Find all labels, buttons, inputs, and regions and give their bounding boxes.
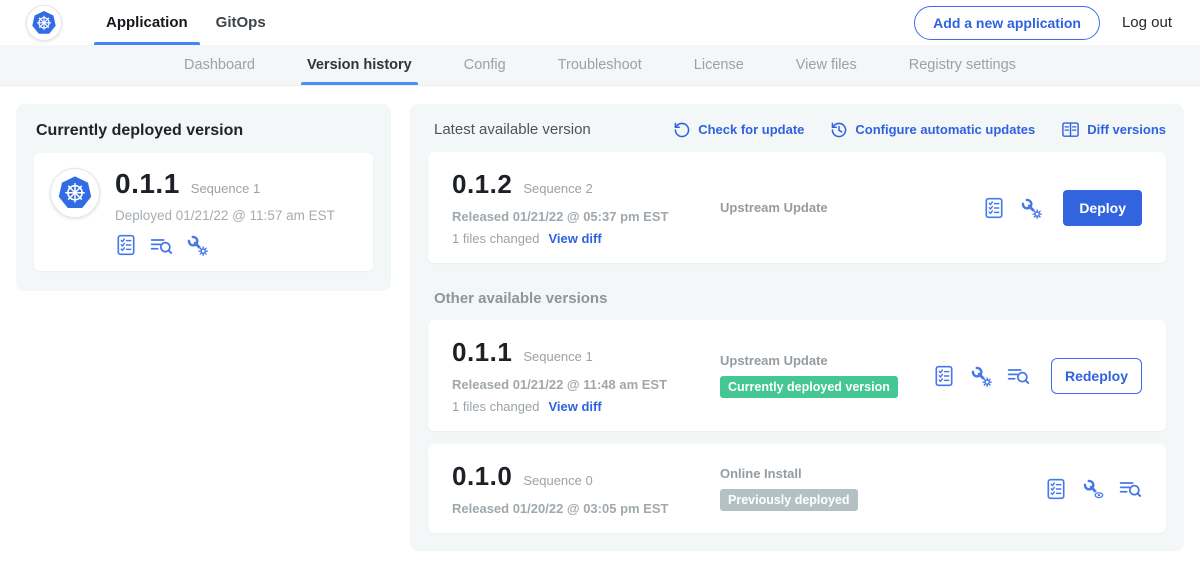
- redeploy-button[interactable]: Redeploy: [1051, 358, 1142, 394]
- subnav-troubleshoot[interactable]: Troubleshoot: [558, 45, 642, 85]
- tab-gitops-label: GitOps: [216, 14, 266, 31]
- add-application-button[interactable]: Add a new application: [914, 6, 1100, 40]
- released-timestamp: Released 01/20/22 @ 03:05 pm EST: [452, 501, 720, 516]
- preflight-checks-icon[interactable]: [1045, 478, 1067, 500]
- tab-application[interactable]: Application: [92, 0, 202, 45]
- refresh-icon: [673, 121, 691, 139]
- version-card-0-1-1: 0.1.1 Sequence 1 Released 01/21/22 @ 11:…: [428, 320, 1166, 431]
- configure-automatic-updates-label: Configure automatic updates: [855, 122, 1035, 137]
- version-actions: Deploy: [983, 190, 1142, 226]
- check-for-update-link[interactable]: Check for update: [673, 121, 804, 139]
- version-sequence: Sequence 1: [523, 349, 592, 364]
- version-number: 0.1.1: [452, 337, 512, 368]
- clock-refresh-icon: [830, 121, 848, 139]
- deployed-timestamp: Deployed 01/21/22 @ 11:57 am EST: [115, 208, 335, 223]
- topbar-actions: Add a new application Log out: [914, 6, 1172, 40]
- config-wrench-eye-icon[interactable]: [1082, 478, 1104, 500]
- deploy-logs-icon[interactable]: [150, 235, 173, 256]
- released-timestamp: Released 01/21/22 @ 05:37 pm EST: [452, 209, 720, 224]
- configure-automatic-updates-link[interactable]: Configure automatic updates: [830, 121, 1035, 139]
- config-wrench-gear-icon[interactable]: [970, 365, 992, 387]
- deployed-version-card: 0.1.1 Sequence 1 Deployed 01/21/22 @ 11:…: [34, 153, 373, 271]
- currently-deployed-title: Currently deployed version: [34, 122, 373, 140]
- version-info: 0.1.1 Sequence 1 Released 01/21/22 @ 11:…: [452, 337, 720, 414]
- source-label: Online Install: [720, 466, 1045, 481]
- version-source: Upstream Update: [720, 200, 983, 215]
- other-versions-title: Other available versions: [434, 290, 1166, 307]
- deploy-button[interactable]: Deploy: [1063, 190, 1142, 226]
- config-wrench-gear-icon[interactable]: [1020, 197, 1042, 219]
- main-content: Currently deployed version 0.1.1 Sequenc…: [0, 86, 1200, 564]
- app-tabs: Application GitOps: [92, 0, 280, 45]
- currently-deployed-badge: Currently deployed version: [720, 376, 898, 398]
- version-actions: Redeploy: [933, 358, 1142, 394]
- version-number: 0.1.0: [452, 461, 512, 492]
- previously-deployed-badge: Previously deployed: [720, 489, 858, 511]
- subnav-version-history[interactable]: Version history: [307, 45, 412, 85]
- app-logo-icon: [50, 168, 100, 218]
- subnav-dashboard[interactable]: Dashboard: [184, 45, 255, 85]
- latest-section-title: Latest available version: [428, 121, 591, 138]
- source-label: Upstream Update: [720, 200, 983, 215]
- currently-deployed-panel: Currently deployed version 0.1.1 Sequenc…: [16, 104, 391, 291]
- files-changed-label: 1 files changed: [452, 231, 539, 246]
- deploy-logs-icon[interactable]: [1119, 478, 1142, 499]
- section-subnav: Dashboard Version history Config Trouble…: [0, 45, 1200, 86]
- version-toolbar: Check for update Configure automatic upd…: [673, 120, 1166, 139]
- version-info: 0.1.2 Sequence 2 Released 01/21/22 @ 05:…: [452, 169, 720, 246]
- latest-version-header: Latest available version Check for updat…: [428, 120, 1166, 139]
- version-actions: [1045, 478, 1142, 500]
- config-wrench-gear-icon[interactable]: [186, 234, 208, 256]
- top-navbar: Application GitOps Add a new application…: [0, 0, 1200, 45]
- diff-icon: [1061, 120, 1080, 139]
- files-changed-label: 1 files changed: [452, 399, 539, 414]
- preflight-checks-icon[interactable]: [933, 365, 955, 387]
- deployed-version-number: 0.1.1: [115, 168, 180, 200]
- version-source: Online Install Previously deployed: [720, 466, 1045, 511]
- released-timestamp: Released 01/21/22 @ 11:48 am EST: [452, 377, 720, 392]
- version-source: Upstream Update Currently deployed versi…: [720, 353, 933, 398]
- version-card-0-1-0: 0.1.0 Sequence 0 Released 01/20/22 @ 03:…: [428, 444, 1166, 533]
- view-diff-link[interactable]: View diff: [548, 231, 601, 246]
- preflight-checks-icon[interactable]: [115, 234, 137, 256]
- diff-versions-label: Diff versions: [1087, 122, 1166, 137]
- diff-versions-link[interactable]: Diff versions: [1061, 120, 1166, 139]
- subnav-config[interactable]: Config: [464, 45, 506, 85]
- version-sequence: Sequence 2: [523, 181, 592, 196]
- check-for-update-label: Check for update: [698, 122, 804, 137]
- subnav-license[interactable]: License: [694, 45, 744, 85]
- deployed-version-info: 0.1.1 Sequence 1 Deployed 01/21/22 @ 11:…: [115, 168, 335, 256]
- version-number: 0.1.2: [452, 169, 512, 200]
- logout-link[interactable]: Log out: [1122, 14, 1172, 31]
- source-label: Upstream Update: [720, 353, 933, 368]
- subnav-view-files[interactable]: View files: [796, 45, 857, 85]
- view-diff-link[interactable]: View diff: [548, 399, 601, 414]
- tab-application-label: Application: [106, 14, 188, 31]
- preflight-checks-icon[interactable]: [983, 197, 1005, 219]
- version-card-0-1-2: 0.1.2 Sequence 2 Released 01/21/22 @ 05:…: [428, 152, 1166, 263]
- subnav-registry-settings[interactable]: Registry settings: [909, 45, 1016, 85]
- kubernetes-logo: [26, 5, 62, 41]
- version-history-panel: Latest available version Check for updat…: [410, 104, 1184, 551]
- deploy-logs-icon[interactable]: [1007, 365, 1030, 386]
- tab-gitops[interactable]: GitOps: [202, 0, 280, 45]
- deployed-sequence: Sequence 1: [191, 181, 260, 196]
- version-info: 0.1.0 Sequence 0 Released 01/20/22 @ 03:…: [452, 461, 720, 516]
- version-sequence: Sequence 0: [523, 473, 592, 488]
